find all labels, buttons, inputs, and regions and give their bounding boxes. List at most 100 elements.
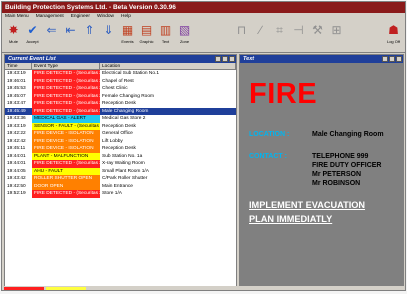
- graphic-button[interactable]: ▤ Graphic: [137, 22, 156, 52]
- tool-6-button[interactable]: ⊞: [327, 22, 346, 52]
- table-row[interactable]: 19:45:07 FIRE DETECTED - (Securitas 2) Fem…: [5, 92, 236, 100]
- event-time: 19:44:01: [5, 152, 32, 160]
- close-icon[interactable]: [396, 56, 402, 62]
- close-icon[interactable]: [229, 56, 235, 62]
- up-button[interactable]: ⇑: [80, 22, 99, 52]
- graphic-icon: ▤: [140, 23, 153, 37]
- tool-3-button[interactable]: ⌗: [270, 22, 289, 52]
- table-row[interactable]: 19:42:22 FIRE DEVICE - ISOLATION General O…: [5, 130, 236, 138]
- table-row[interactable]: 19:46:01 FIRE DETECTED - (Securitas 2) Cha…: [5, 77, 236, 85]
- tool-2-icon: ∕: [259, 23, 262, 37]
- tool-4-icon: ⊣: [293, 23, 304, 37]
- tool-4-button[interactable]: ⊣: [289, 22, 308, 52]
- text-label: Text: [161, 39, 170, 44]
- table-row[interactable]: 19:44:01 PLANT - MALFUNCTION Sub Station N…: [5, 152, 236, 160]
- table-row[interactable]: 19:43:36 MEDICAL GAS - ALERT Medical Gas S…: [5, 115, 236, 123]
- events-label: Events: [121, 39, 134, 44]
- events-button[interactable]: ▦ Events: [118, 22, 137, 52]
- table-row[interactable]: 19:42:42 FIRE DEVICE - ISOLATION Lift Lobb…: [5, 137, 236, 145]
- down-icon: ⇓: [103, 23, 114, 37]
- menu-item-help[interactable]: Help: [121, 13, 131, 21]
- zone-button[interactable]: ▧ Zone: [175, 22, 194, 52]
- back-button[interactable]: ⇐: [42, 22, 61, 52]
- accept-label: Accept: [26, 39, 39, 44]
- event-location: C/Park Roller Shutter: [102, 176, 148, 181]
- contact-line: TELEPHONE 999: [312, 153, 369, 160]
- first-icon: ⇤: [65, 23, 76, 37]
- event-location: Male Changing Room: [100, 107, 236, 115]
- table-row[interactable]: 19:43:42 ROLLER SHUTTER OPEN C/Park Roller…: [5, 175, 236, 183]
- event-time: 19:43:47: [5, 100, 32, 108]
- event-location: Small Plant Room 1/A: [102, 168, 149, 174]
- event-time: 19:44:01: [5, 160, 32, 168]
- table-row[interactable]: 19:45:11 FIRE DEVICE - ISOLATION Reception…: [5, 145, 236, 153]
- text-panel-title: Text: [243, 56, 255, 62]
- table-row[interactable]: 19:43:47 FIRE DETECTED - (Securitas 2) Rec…: [5, 100, 236, 108]
- contact-line: Mr ROBINSON: [312, 180, 361, 187]
- status-bar: [2, 286, 405, 290]
- event-type: ROLLER SHUTTER OPEN: [32, 175, 100, 183]
- event-location: Medical Gas Store 2: [102, 116, 146, 121]
- event-location: Reception Desk: [102, 101, 136, 106]
- tool-2-button[interactable]: ∕: [251, 22, 270, 52]
- text-button[interactable]: ▥ Text: [156, 22, 175, 52]
- tool-5-icon: ⚒: [312, 23, 323, 37]
- contact-line: Mr PETERSON: [312, 171, 362, 178]
- logoff-icon: ☗: [388, 23, 399, 37]
- table-row[interactable]: 19:45:49 FIRE DETECTED - (Securitas 2) Mal…: [5, 107, 236, 115]
- table-row[interactable]: 19:43:19 FIRE DETECTED - (Securitas 2) Ele…: [5, 70, 236, 78]
- event-location: Reception Desk: [102, 146, 136, 151]
- toolbar: ✸ Mute ✔ Accept ⇐ ⇤ ⇑ ⇓ ▦ Events ▤ Graphic ▥ Text ▧ Zon…: [2, 21, 405, 53]
- minimize-icon[interactable]: [382, 56, 388, 62]
- contact-label: CONTACT :: [249, 153, 287, 160]
- maximize-icon[interactable]: [222, 56, 228, 62]
- event-time: 19:43:36: [5, 115, 32, 123]
- event-time: 19:43:42: [5, 175, 32, 183]
- table-row[interactable]: 19:52:19 FIRE DETECTED - (Securitas 2) Sto…: [5, 190, 236, 198]
- maximize-icon[interactable]: [389, 56, 395, 62]
- event-time: 19:46:01: [5, 77, 32, 85]
- text-panel-title-bar: Text: [240, 55, 403, 63]
- menu-item-engineer[interactable]: Engineer: [71, 13, 90, 21]
- event-time: 19:43:19: [5, 70, 32, 78]
- back-icon: ⇐: [46, 23, 57, 37]
- menu-bar: Main Menu Management Engineer Window Help: [2, 13, 405, 21]
- event-location: Store 1/A: [102, 191, 122, 196]
- event-location: Lift Lobby: [102, 138, 123, 144]
- minimize-icon[interactable]: [215, 56, 221, 62]
- event-type: FIRE DETECTED - (Securitas 2): [32, 107, 100, 115]
- logoff-button[interactable]: ☗ Log Off: [384, 22, 403, 52]
- table-row[interactable]: 19:43:19 SENSOR - FAULT - (Securitas 2) Re…: [5, 122, 236, 130]
- accept-button[interactable]: ✔ Accept: [23, 22, 42, 52]
- location-label: LOCATION :: [249, 131, 290, 138]
- mute-button[interactable]: ✸ Mute: [4, 22, 23, 52]
- event-type: PLANT - MALFUNCTION: [32, 152, 100, 160]
- mute-icon: ✸: [8, 23, 19, 37]
- first-button[interactable]: ⇤: [61, 22, 80, 52]
- contact-line: FIRE DUTY OFFICER: [312, 162, 382, 169]
- instruction-line: PLAN IMMEDIATLY: [249, 214, 333, 224]
- tool-3-icon: ⌗: [276, 23, 283, 37]
- menu-item-window[interactable]: Window: [97, 13, 114, 21]
- text-panel-body: FIRE LOCATION : Male Changing Room CONTA…: [240, 63, 403, 287]
- table-row[interactable]: 19:42:50 DOOR OPEN Main Entrance: [5, 182, 236, 190]
- tool-5-button[interactable]: ⚒: [308, 22, 327, 52]
- event-type: FIRE DEVICE - ISOLATION: [32, 145, 100, 153]
- event-location: Female Changing Room: [102, 93, 154, 99]
- column-header-time[interactable]: Time: [5, 63, 32, 69]
- tool-1-button[interactable]: ⊓: [232, 22, 251, 52]
- event-type: FIRE DEVICE - ISOLATION: [32, 130, 100, 138]
- event-location: Chapel of Rest: [102, 78, 134, 84]
- down-button[interactable]: ⇓: [99, 22, 118, 52]
- column-header-location[interactable]: Location: [100, 63, 236, 69]
- logoff-label: Log Off: [386, 39, 401, 44]
- menu-item-management[interactable]: Management: [36, 13, 64, 21]
- menu-item-main-menu[interactable]: Main Menu: [5, 13, 29, 21]
- table-row[interactable]: 19:44:05 AHU - FAULT Small Plant Room 1/A: [5, 167, 236, 175]
- table-row[interactable]: 19:45:53 FIRE DETECTED - (Securitas 2) Che…: [5, 85, 236, 93]
- column-header-event-type[interactable]: Event Type: [32, 63, 100, 69]
- event-type: FIRE DETECTED - (Securitas 2): [32, 70, 100, 78]
- accept-icon: ✔: [27, 23, 38, 37]
- event-time: 19:45:11: [5, 145, 32, 153]
- table-row[interactable]: 19:44:01 FIRE DETECTED - (Securitas 2) X-r…: [5, 160, 236, 168]
